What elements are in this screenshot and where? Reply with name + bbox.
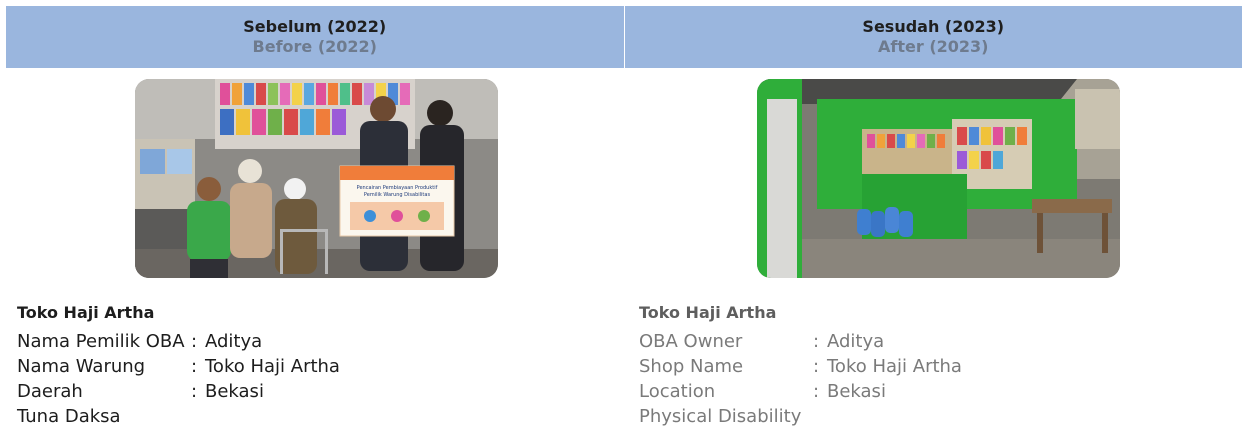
- banner-line2: Pemilik Warung Disabilitas: [364, 192, 431, 198]
- after-title: Sesudah (2023): [862, 17, 1005, 36]
- after-shop-name: Toko Haji Artha: [639, 303, 777, 322]
- after-row-shop: Shop Name : Toko Haji Artha: [639, 354, 962, 379]
- after-row-disability: Physical Disability: [639, 404, 962, 429]
- after-info: Toko Haji Artha OBA Owner : Aditya Shop …: [639, 300, 962, 429]
- after-shop-value: Toko Haji Artha: [827, 356, 962, 377]
- after-disability: Physical Disability: [639, 406, 802, 427]
- after-owner-value: Aditya: [827, 331, 885, 352]
- before-owner-value: Aditya: [205, 331, 263, 352]
- after-row-location: Location : Bekasi: [639, 379, 962, 404]
- before-row-location: Daerah : Bekasi: [17, 379, 340, 404]
- before-location-label: Daerah: [17, 381, 83, 402]
- before-row-owner: Nama Pemilik OBA : Aditya: [17, 329, 340, 354]
- after-shop-colon: :: [813, 356, 820, 377]
- before-info: Toko Haji Artha Nama Pemilik OBA : Adity…: [17, 300, 340, 429]
- before-owner-label: Nama Pemilik OBA: [17, 331, 185, 352]
- after-photo: [757, 79, 1120, 278]
- after-location-colon: :: [813, 381, 820, 402]
- before-row-shop: Nama Warung : Toko Haji Artha: [17, 354, 340, 379]
- before-header: Sebelum (2022) Before (2022): [6, 6, 625, 68]
- after-shop-label: Shop Name: [639, 356, 744, 377]
- before-shop-label: Nama Warung: [17, 356, 146, 377]
- before-photo: Pencairan Pembiayaan Produktif Pemilik W…: [135, 79, 498, 278]
- before-row-disability: Tuna Daksa: [17, 404, 340, 429]
- before-location-colon: :: [191, 381, 198, 402]
- before-location-value: Bekasi: [205, 381, 264, 402]
- after-location-label: Location: [639, 381, 716, 402]
- banner-line1: Pencairan Pembiayaan Produktif: [357, 185, 438, 191]
- before-shop-colon: :: [191, 356, 198, 377]
- before-shop-name: Toko Haji Artha: [17, 303, 155, 322]
- comparison-header: Sebelum (2022) Before (2022) Sesudah (20…: [6, 6, 1242, 68]
- before-shop-value: Toko Haji Artha: [205, 356, 340, 377]
- before-title: Sebelum (2022): [243, 17, 387, 36]
- after-row-owner: OBA Owner : Aditya: [639, 329, 962, 354]
- before-subtitle: Before (2022): [252, 37, 377, 56]
- before-disability: Tuna Daksa: [17, 406, 121, 427]
- after-location-value: Bekasi: [827, 381, 886, 402]
- after-header: Sesudah (2023) After (2023): [625, 6, 1243, 68]
- after-owner-colon: :: [813, 331, 820, 352]
- after-subtitle: After (2023): [878, 37, 989, 56]
- before-owner-colon: :: [191, 331, 198, 352]
- after-owner-label: OBA Owner: [639, 331, 743, 352]
